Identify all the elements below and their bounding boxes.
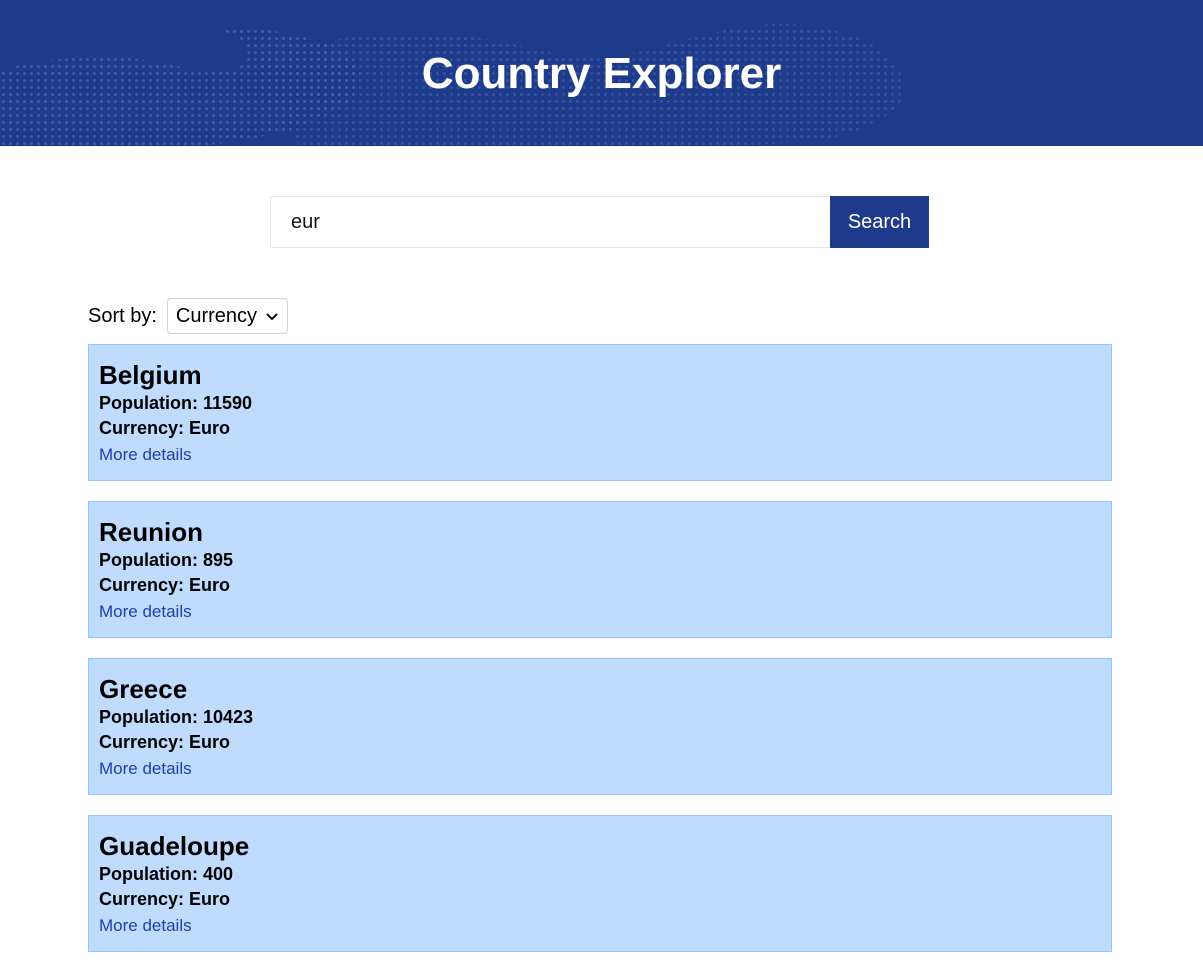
country-name: Guadeloupe	[99, 831, 250, 861]
sort-control: Sort by: Currency	[88, 298, 289, 334]
country-card: Guadeloupe Population: 400 Currency: Eur…	[88, 815, 1112, 952]
sort-label: Sort by:	[88, 304, 157, 327]
sort-select[interactable]: Currency	[166, 298, 289, 334]
country-name: Greece	[99, 674, 188, 704]
country-population: Population: 11590	[99, 393, 253, 413]
country-card: Greece Population: 10423 Currency: Euro …	[88, 658, 1112, 795]
country-name: Belgium	[99, 360, 202, 390]
country-card: Reunion Population: 895 Currency: Euro M…	[88, 501, 1112, 638]
more-details-link[interactable]: More details	[99, 445, 192, 465]
country-population: Population: 400	[99, 864, 234, 884]
search-input[interactable]	[270, 196, 830, 248]
search-bar: Search	[270, 196, 929, 248]
country-currency: Currency: Euro	[99, 732, 231, 752]
country-card: Belgium Population: 11590 Currency: Euro…	[88, 344, 1112, 481]
country-list: Belgium Population: 11590 Currency: Euro…	[88, 344, 1112, 972]
country-currency: Currency: Euro	[99, 418, 231, 438]
country-population: Population: 10423	[99, 707, 254, 727]
more-details-link[interactable]: More details	[99, 759, 192, 779]
country-name: Reunion	[99, 517, 203, 547]
country-currency: Currency: Euro	[99, 575, 231, 595]
country-population: Population: 895	[99, 550, 234, 570]
country-currency: Currency: Euro	[99, 889, 231, 909]
page-title: Country Explorer	[421, 49, 782, 98]
more-details-link[interactable]: More details	[99, 602, 192, 622]
more-details-link[interactable]: More details	[99, 916, 192, 936]
search-button[interactable]: Search	[830, 196, 929, 248]
chevron-down-icon	[266, 313, 278, 321]
sort-selected-value: Currency	[175, 304, 258, 327]
page-header: Country Explorer	[0, 0, 1203, 146]
